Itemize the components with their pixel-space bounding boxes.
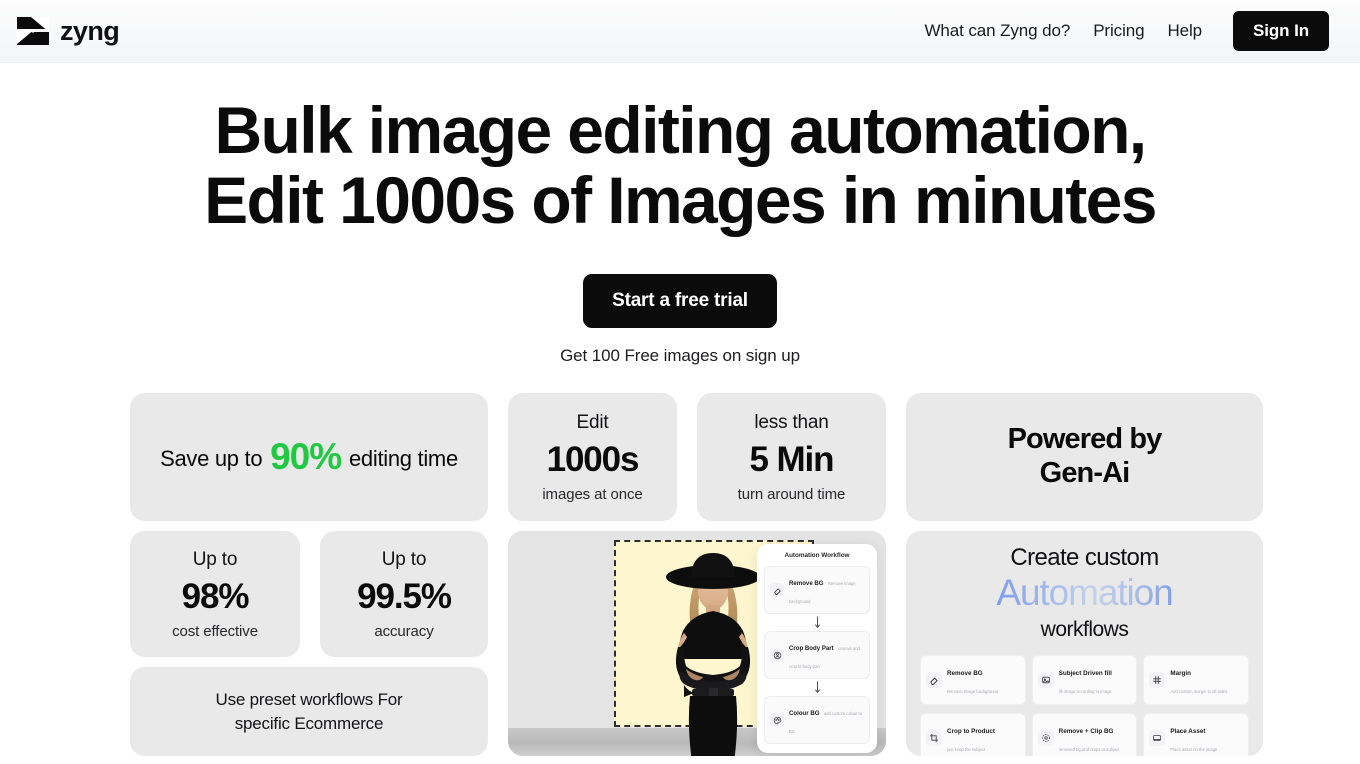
workflow-tile-subject-driven-fill[interactable]: Subject Driven fill fill image according… xyxy=(1031,654,1138,705)
workflow-tile-place-asset[interactable]: Place Asset Place asset on the image xyxy=(1143,712,1249,756)
workflow-preview-card: Automation Workflow Remove BG Remove ima… xyxy=(508,531,886,756)
gen-ai-title: Powered by Gen-Ai xyxy=(1007,423,1163,491)
workflow-tile-crop-to-product[interactable]: Crop to Product just keep the subject xyxy=(920,712,1026,756)
nav-link-help[interactable]: Help xyxy=(1167,21,1202,41)
site-header: zyng What can Zyng do? Pricing Help Sign… xyxy=(0,0,1360,63)
sign-in-button[interactable]: Sign In xyxy=(1233,11,1329,51)
stat-card-save-editing-time: Save up to 90% editing time xyxy=(130,393,488,521)
headline-line-1: Bulk image editing automation, xyxy=(214,93,1147,167)
main-nav: What can Zyng do? Pricing Help Sign In xyxy=(924,11,1329,51)
workflow-tile-desc: fill image according to image xyxy=(1058,688,1112,694)
workflow-tile-desc: Add custom margin to all sides xyxy=(1170,688,1228,694)
body-crop-icon xyxy=(770,648,784,662)
stat-card-images-at-once: Edit 1000s images at once xyxy=(508,393,677,521)
workflow-arrow-icon xyxy=(764,614,870,631)
brand-logo[interactable]: zyng xyxy=(15,15,120,46)
workflow-tile-desc: Remove image background xyxy=(947,688,999,694)
turnaround-label: less than xyxy=(754,411,829,433)
eraser-icon xyxy=(926,671,942,688)
automation-workflow-panel: Automation Workflow Remove BG Remove ima… xyxy=(757,544,877,753)
automation-title-line-2: Automation xyxy=(996,571,1173,613)
workflow-tile-remove-clip-bg[interactable]: Remove + Clip BG removed bg and crops to… xyxy=(1031,712,1138,756)
palette-icon xyxy=(770,713,784,727)
gen-ai-line-2: Gen-Ai xyxy=(1039,457,1131,489)
workflow-step-remove-bg[interactable]: Remove BG Remove image background xyxy=(764,566,870,614)
workflow-tile-margin[interactable]: Margin Add custom margin to all sides xyxy=(1143,654,1249,705)
turnaround-caption: turn around time xyxy=(737,485,846,503)
workflow-arrow-icon xyxy=(764,679,870,696)
image-fill-icon xyxy=(1037,671,1054,688)
eraser-icon xyxy=(770,583,784,597)
cta-subtext: Get 100 Free images on sign up xyxy=(560,345,800,365)
automation-title-line-3: workflows xyxy=(1040,617,1129,641)
workflow-tile-name: Margin xyxy=(1170,669,1191,677)
accuracy-value: 99.5% xyxy=(357,576,452,616)
feature-card-grid: Save up to 90% editing time Edit 1000s i… xyxy=(130,393,1263,756)
studio-scene: Automation Workflow Remove BG Remove ima… xyxy=(508,531,886,756)
workflow-step-name: Crop Body Part xyxy=(789,645,834,652)
cost-label: Up to xyxy=(192,548,238,570)
clip-bg-icon xyxy=(1037,729,1054,746)
margin-grid-icon xyxy=(1149,671,1166,688)
workflow-tile-desc: Place asset on the image xyxy=(1170,746,1218,752)
crop-icon xyxy=(926,729,942,746)
stat-card-accuracy: Up to 99.5% accuracy xyxy=(320,531,488,657)
hero-section: Bulk image editing automation, Edit 1000… xyxy=(0,63,1360,366)
workflow-tile-name: Remove BG xyxy=(947,669,983,677)
edit-value: 1000s xyxy=(546,439,640,479)
accuracy-caption: accuracy xyxy=(374,622,434,640)
headline-line-2: Edit 1000s of Images in minutes xyxy=(204,162,1157,237)
workflow-step-name: Remove BG xyxy=(789,580,824,587)
page-title: Bulk image editing automation, Edit 1000… xyxy=(0,93,1360,237)
custom-automation-workflows-card: Create custom Automation workflows Remov… xyxy=(906,531,1263,756)
save-suffix: editing time xyxy=(343,446,458,471)
workflow-tile-grid: Remove BG Remove image background Subjec… xyxy=(906,654,1263,756)
save-editing-time-text: Save up to 90% editing time xyxy=(160,436,458,478)
workflow-tile-name: Subject Driven fill xyxy=(1058,669,1112,677)
automation-title-line-1: Create custom xyxy=(1010,544,1159,571)
preset-line-2: specific Ecommerce xyxy=(234,713,384,733)
place-asset-icon xyxy=(1149,729,1166,746)
workflow-panel-title: Automation Workflow xyxy=(784,552,850,559)
stat-card-powered-by-gen-ai: Powered by Gen-Ai xyxy=(906,393,1263,521)
workflow-tile-desc: removed bg and crops to subject xyxy=(1058,746,1120,752)
workflow-tile-name: Remove + Clip BG xyxy=(1058,727,1114,735)
workflow-tile-remove-bg[interactable]: Remove BG Remove image background xyxy=(920,654,1026,705)
workflow-step-colour-bg[interactable]: Colour BG add custom colour to BG xyxy=(764,696,870,744)
preset-workflows-text: Use preset workflows For specific Ecomme… xyxy=(198,688,421,735)
gen-ai-line-1: Powered by xyxy=(1007,423,1163,456)
brand-name: zyng xyxy=(60,15,120,46)
edit-label: Edit xyxy=(576,411,609,433)
nav-link-what-can-zyng-do[interactable]: What can Zyng do? xyxy=(924,21,1070,41)
turnaround-value: 5 Min xyxy=(749,439,835,479)
start-free-trial-button[interactable]: Start a free trial xyxy=(583,273,777,328)
accuracy-label: Up to xyxy=(381,548,427,570)
preset-line-1: Use preset workflows For xyxy=(215,690,403,710)
workflow-tile-name: Crop to Product xyxy=(947,727,995,735)
workflow-step-crop-body-part[interactable]: Crop Body Part remove and crop to body p… xyxy=(764,631,870,679)
edit-caption: images at once xyxy=(542,485,643,503)
zyng-z-mark-icon xyxy=(15,16,51,46)
save-prefix: Save up to xyxy=(160,446,269,471)
workflow-tile-name: Place Asset xyxy=(1170,727,1206,735)
cost-value: 98% xyxy=(181,576,250,616)
save-percent-value: 90% xyxy=(270,436,342,477)
cost-caption: cost effective xyxy=(172,622,258,640)
workflow-tile-desc: just keep the subject xyxy=(947,746,986,752)
workflow-step-name: Colour BG xyxy=(789,710,820,717)
stat-card-cost-effective: Up to 98% cost effective xyxy=(130,531,300,657)
stat-card-turnaround-time: less than 5 Min turn around time xyxy=(697,393,886,521)
preset-workflows-card: Use preset workflows For specific Ecomme… xyxy=(130,667,488,756)
nav-link-pricing[interactable]: Pricing xyxy=(1093,21,1144,41)
